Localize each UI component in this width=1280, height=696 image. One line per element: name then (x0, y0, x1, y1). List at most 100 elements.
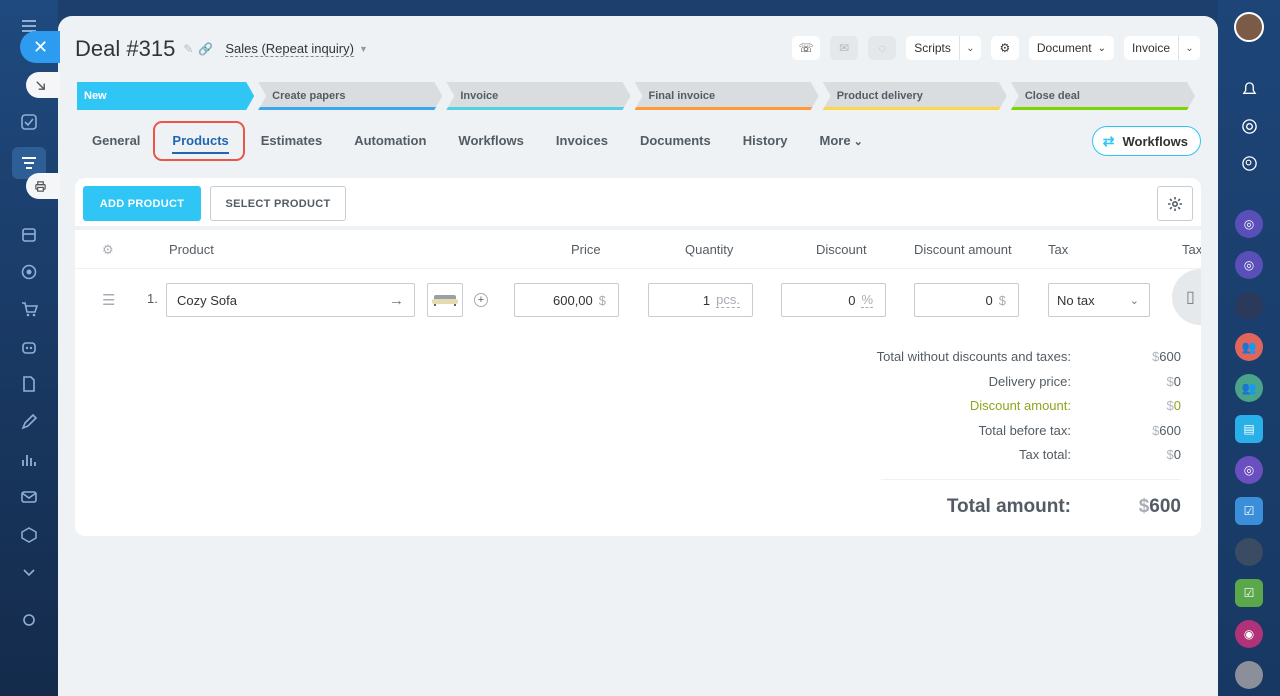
chat-button[interactable]: ◌ (868, 36, 897, 60)
currency-symbol: $ (1138, 495, 1150, 517)
discount-total-value: 0 (1173, 398, 1181, 413)
robot-icon[interactable] (17, 335, 41, 359)
task-avatar[interactable]: ☑ (1235, 497, 1263, 525)
scripts-label: Scripts (914, 41, 951, 55)
tab-more[interactable]: More ⌄ (804, 125, 879, 156)
delivery-value: 0 (1173, 373, 1181, 389)
discount-amount-input[interactable]: 0 $ (914, 283, 1019, 317)
discount-unit-selector[interactable]: % (861, 292, 873, 308)
tax-total-label: Tax total: (1018, 447, 1071, 462)
quantity-input[interactable]: 1 pcs. (648, 283, 753, 317)
minimize-button[interactable] (26, 72, 60, 98)
box-icon[interactable] (17, 523, 41, 547)
tax-select[interactable]: No tax ⌄ (1048, 283, 1150, 317)
tab-workflows[interactable]: Workflows (442, 125, 540, 156)
tab-documents[interactable]: Documents (624, 125, 727, 156)
notifications-icon[interactable] (1235, 75, 1263, 103)
workflows-button[interactable]: ⇄ Workflows (1091, 126, 1201, 156)
settings-icon[interactable] (17, 608, 41, 632)
support-avatar[interactable]: ◉ (1235, 620, 1263, 648)
price-value: 600,00 (553, 292, 593, 308)
chevron-down-icon[interactable]: ⌄ (1178, 36, 1200, 60)
channel-avatar-2[interactable]: ◎ (1235, 251, 1263, 279)
tab-products[interactable]: Products (156, 125, 244, 156)
chevron-down-icon: ▼ (358, 44, 368, 54)
stage-final-invoice[interactable]: Final invoice (635, 82, 819, 110)
user-avatar[interactable] (1234, 12, 1264, 42)
close-slider-button[interactable]: ✕ (20, 31, 60, 63)
group-avatar-1[interactable]: 👥 (1235, 333, 1263, 361)
add-product-button[interactable]: ADD PRODUCT (83, 186, 201, 221)
scripts-button[interactable]: Scripts ⌄ (906, 36, 981, 60)
total-amount: Total amount: $600 (761, 496, 1181, 518)
tab-label: More (819, 133, 851, 148)
stage-close-deal[interactable]: Close deal (1011, 82, 1195, 110)
pipeline-selector[interactable]: Sales (Repeat inquiry) (225, 41, 354, 57)
tab-label: Automation (354, 133, 427, 148)
tab-general[interactable]: General (76, 125, 156, 156)
channel-avatar-3[interactable]: ◎ (1235, 456, 1263, 484)
product-image[interactable] (427, 283, 463, 317)
grid-settings-button[interactable] (1157, 186, 1193, 221)
price-input[interactable]: 600,00 $ (514, 283, 619, 317)
copilot-icon[interactable] (1235, 112, 1263, 140)
unit-selector[interactable]: pcs. (716, 292, 740, 308)
tab-estimates[interactable]: Estimates (245, 125, 338, 156)
discount-value: 0 (848, 292, 856, 308)
chevron-down-icon: ⌄ (1129, 294, 1139, 307)
tab-label: History (742, 133, 788, 148)
tab-history[interactable]: History (727, 125, 804, 156)
deal-slider-panel: Deal #315 ✎ 🔗 Sales (Repeat inquiry) ▼ ☏… (58, 16, 1218, 696)
left-sidebar (0, 0, 58, 696)
select-product-button[interactable]: SELECT PRODUCT (210, 186, 346, 221)
task-avatar-2[interactable]: ☑ (1235, 579, 1263, 607)
print-button[interactable] (26, 173, 60, 199)
phone-icon: ☏ (798, 41, 814, 55)
stage-new[interactable]: New (77, 82, 254, 110)
add-variation-icon[interactable]: + (474, 293, 488, 307)
arrow-right-icon[interactable]: → (389, 292, 404, 309)
column-quantity: Quantity (685, 242, 734, 257)
tab-invoices[interactable]: Invoices (540, 125, 624, 156)
stage-create-papers[interactable]: Create papers (258, 82, 442, 110)
settings-button[interactable]: ⚙ (990, 36, 1019, 60)
stage-product-delivery[interactable]: Product delivery (823, 82, 1007, 110)
call-button[interactable]: ☏ (792, 36, 821, 60)
chat-search-icon[interactable] (1235, 149, 1263, 177)
user-avatar-2[interactable] (1235, 292, 1263, 320)
group-avatar-2[interactable]: 👥 (1235, 374, 1263, 402)
invoice-button[interactable]: Invoice ⌄ (1123, 36, 1200, 60)
stage-label: New (84, 90, 107, 102)
printer-icon (35, 180, 46, 192)
chevron-down-icon[interactable] (17, 560, 41, 584)
user-avatar-3[interactable] (1235, 538, 1263, 566)
stage-invoice[interactable]: Invoice (446, 82, 630, 110)
cart-icon[interactable] (17, 297, 41, 321)
currency-symbol: $ (1166, 398, 1174, 413)
discount-input[interactable]: 0 % (781, 283, 886, 317)
user-avatar-4[interactable] (1235, 661, 1263, 689)
tasks-icon[interactable] (17, 110, 41, 134)
mail-icon[interactable] (17, 485, 41, 509)
document-button[interactable]: Document ⌄ (1028, 36, 1114, 60)
edit-icon[interactable]: ✎ (183, 42, 193, 56)
link-icon[interactable]: 🔗 (198, 42, 213, 56)
chat-avatar[interactable]: ▤ (1235, 415, 1263, 443)
drag-handle-icon[interactable]: ☰ (102, 291, 115, 309)
product-name-input[interactable]: Cozy Sofa → (166, 283, 415, 317)
tax-total: Tax total: $0 (761, 447, 1181, 472)
stage-label: Invoice (460, 90, 499, 102)
total-before-tax: Total before tax: $600 (761, 423, 1182, 448)
document-icon[interactable] (17, 372, 41, 396)
row-actions-button[interactable]: ▯ (1172, 269, 1201, 325)
pen-icon[interactable] (17, 410, 41, 434)
target-icon[interactable] (17, 260, 41, 284)
channel-avatar-1[interactable]: ◎ (1235, 210, 1263, 238)
column-settings-icon[interactable]: ⚙ (102, 242, 114, 258)
email-button[interactable]: ✉ (830, 36, 859, 60)
chevron-down-icon[interactable]: ⌄ (958, 36, 981, 60)
quantity-value: 1 (702, 292, 711, 308)
analytics-icon[interactable] (17, 448, 41, 472)
tab-automation[interactable]: Automation (338, 125, 442, 156)
store-icon[interactable] (17, 223, 41, 247)
